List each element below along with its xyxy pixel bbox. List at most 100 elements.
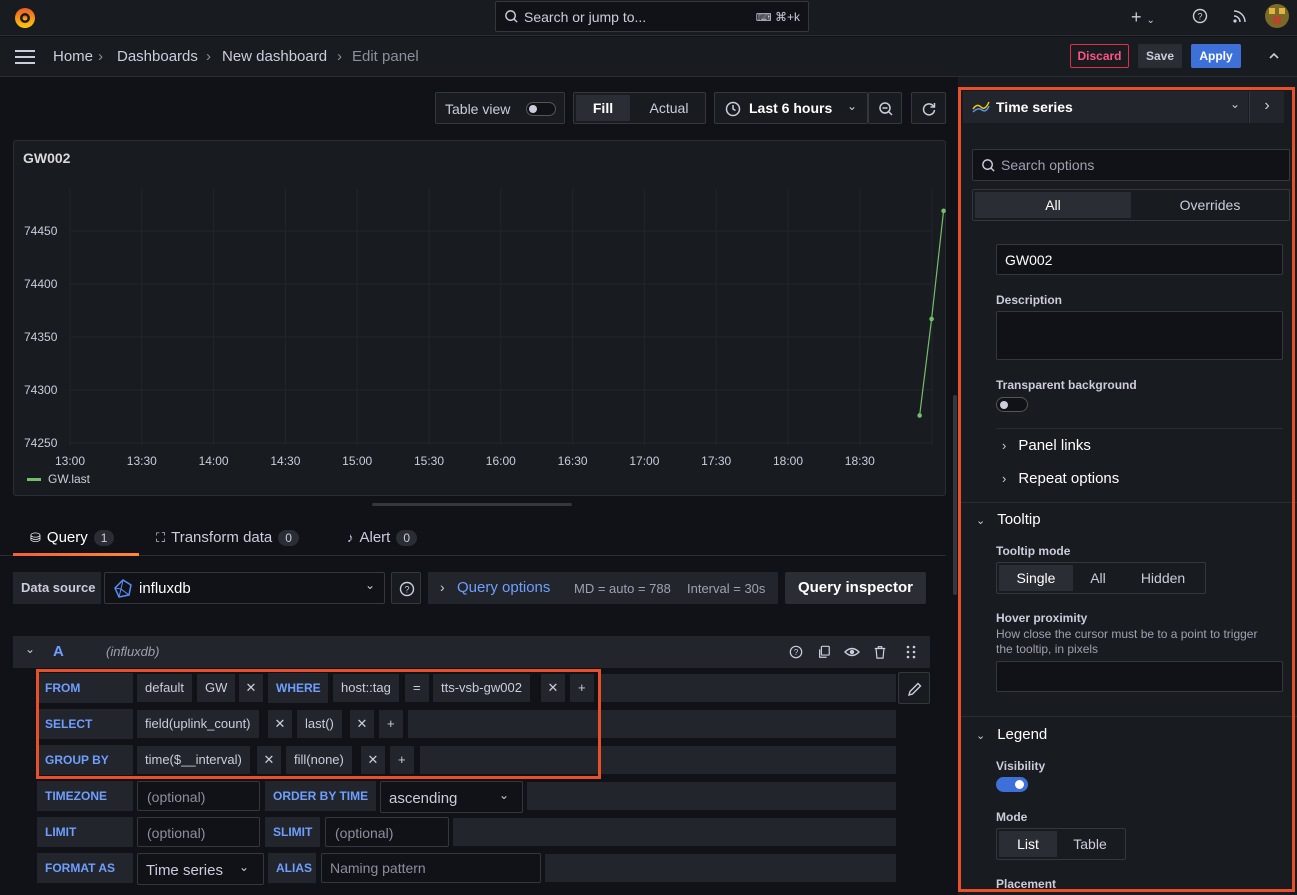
eye-icon[interactable] bbox=[844, 645, 860, 662]
tab-alert[interactable]: ♪ Alert 0 bbox=[347, 529, 418, 546]
group-by-fill[interactable]: fill(none) bbox=[286, 746, 352, 774]
slimit-placeholder: (optional) bbox=[335, 825, 394, 841]
y-tick-label: 74450 bbox=[24, 224, 58, 238]
mode-label: Mode bbox=[996, 810, 1028, 824]
x-tick-label: 18:00 bbox=[773, 454, 803, 468]
hover-proximity-input[interactable] bbox=[996, 661, 1283, 692]
add-group-by-button[interactable]: + bbox=[390, 746, 414, 774]
panel-resize-handle[interactable] bbox=[372, 503, 572, 506]
tab-overrides[interactable]: Overrides bbox=[1133, 192, 1287, 218]
search-bar[interactable]: Search or jump to... ⌨ ⌘+k bbox=[495, 1, 809, 32]
format-as-keyword: FORMAT AS bbox=[37, 853, 133, 883]
editor-scrollbar[interactable] bbox=[953, 395, 957, 595]
order-by-select[interactable]: ascending ⌄ bbox=[380, 781, 523, 813]
breadcrumb-dashboards[interactable]: Dashboards bbox=[117, 48, 198, 65]
tooltip-section-header[interactable]: ⌄ Tooltip bbox=[976, 511, 1041, 528]
transparent-background-switch[interactable] bbox=[996, 397, 1028, 412]
timezone-row-fill bbox=[527, 782, 896, 810]
format-as-select[interactable]: Time series ⌄ bbox=[137, 853, 264, 885]
legend-visibility-switch[interactable] bbox=[996, 777, 1028, 792]
where-key[interactable]: host::tag bbox=[333, 674, 399, 702]
tab-all[interactable]: All bbox=[975, 192, 1131, 218]
discard-button[interactable]: Discard bbox=[1070, 44, 1129, 68]
description-label: Description bbox=[996, 293, 1063, 307]
from-measurement[interactable]: GW bbox=[197, 674, 236, 702]
query-inspector-button[interactable]: Query inspector bbox=[785, 572, 926, 604]
apply-button[interactable]: Apply bbox=[1191, 44, 1241, 68]
timezone-input[interactable]: (optional) bbox=[137, 781, 260, 811]
panel-links-section[interactable]: › Panel links bbox=[1002, 437, 1091, 454]
legend-mode-list[interactable]: List bbox=[999, 831, 1057, 857]
add-where-button[interactable]: + bbox=[570, 674, 594, 702]
time-series-chart[interactable]: 13:00 13:30 14:00 14:30 15:00 15:30 16:00 16:30… bbox=[14, 141, 947, 497]
user-avatar[interactable] bbox=[1265, 4, 1289, 28]
datasource-help-icon[interactable]: ? bbox=[391, 572, 421, 604]
time-range-picker[interactable]: Last 6 hours ⌄ bbox=[714, 92, 868, 124]
tooltip-mode-all[interactable]: All bbox=[1077, 565, 1119, 591]
order-by-keyword: ORDER BY TIME bbox=[265, 781, 376, 811]
hover-proximity-description: How close the cursor must be to a point … bbox=[996, 627, 1258, 656]
query-ref-id[interactable]: A bbox=[53, 643, 64, 660]
legend-section-header[interactable]: ⌄ Legend bbox=[976, 726, 1047, 743]
collapse-chevron-up-icon[interactable] bbox=[1268, 49, 1280, 65]
tooltip-label: Tooltip bbox=[997, 511, 1041, 528]
trash-icon[interactable] bbox=[873, 645, 887, 662]
where-operator[interactable]: = bbox=[405, 674, 429, 702]
panel-title-input[interactable]: GW002 bbox=[996, 244, 1283, 275]
actual-option[interactable]: Actual bbox=[638, 95, 700, 121]
breadcrumb-new-dashboard[interactable]: New dashboard bbox=[222, 48, 327, 65]
zoom-out-icon[interactable] bbox=[868, 92, 902, 124]
datasource-picker[interactable]: influxdb ⌄ bbox=[104, 572, 385, 604]
legend[interactable]: GW.last bbox=[27, 472, 90, 486]
edit-pencil-icon[interactable] bbox=[898, 672, 930, 704]
chevron-down-icon: ⌄ bbox=[847, 99, 858, 113]
refresh-icon[interactable] bbox=[911, 92, 946, 124]
slimit-input[interactable]: (optional) bbox=[325, 817, 449, 847]
tooltip-mode-hidden[interactable]: Hidden bbox=[1123, 565, 1203, 591]
tab-query[interactable]: ⛁ Query 1 bbox=[30, 529, 115, 546]
repeat-options-section[interactable]: › Repeat options bbox=[1002, 470, 1119, 487]
where-value[interactable]: tts-vsb-gw002 bbox=[433, 674, 530, 702]
divider bbox=[958, 716, 1297, 717]
grafana-logo[interactable] bbox=[13, 6, 37, 30]
select-function[interactable]: last() bbox=[297, 710, 342, 738]
menu-icon[interactable] bbox=[15, 49, 35, 68]
breadcrumb-separator-icon: › bbox=[98, 48, 103, 65]
table-view-toggle[interactable]: Table view bbox=[435, 92, 565, 124]
remove-field-icon[interactable]: ✕ bbox=[268, 710, 292, 738]
add-new-button[interactable]: + ⌄ bbox=[1131, 7, 1155, 28]
collapse-chevron-icon[interactable]: ⌄ bbox=[25, 642, 35, 656]
limit-input[interactable]: (optional) bbox=[137, 817, 260, 847]
table-view-switch[interactable] bbox=[526, 102, 556, 116]
from-database[interactable]: default bbox=[137, 674, 193, 702]
remove-group-fill-icon[interactable]: ✕ bbox=[361, 746, 385, 774]
remove-function-icon[interactable]: ✕ bbox=[350, 710, 374, 738]
legend-mode-table[interactable]: Table bbox=[1059, 831, 1121, 857]
data-point bbox=[917, 413, 922, 418]
tab-transform-data[interactable]: ⛶ Transform data 0 bbox=[156, 529, 299, 546]
order-by-value: ascending bbox=[389, 790, 458, 807]
remove-where-icon[interactable]: ✕ bbox=[541, 674, 565, 702]
query-options-toggle[interactable]: › Query options MD = auto = 788 Interval… bbox=[428, 572, 778, 604]
visualization-picker[interactable]: Time series ⌄ bbox=[963, 91, 1248, 123]
remove-group-time-icon[interactable]: ✕ bbox=[257, 746, 281, 774]
alias-input[interactable]: Naming pattern bbox=[321, 853, 541, 883]
search-options-input[interactable]: Search options bbox=[972, 149, 1290, 181]
fill-option[interactable]: Fill bbox=[576, 95, 630, 121]
help-icon[interactable]: ? bbox=[789, 645, 803, 662]
help-icon[interactable]: ? bbox=[1192, 8, 1208, 27]
select-field[interactable]: field(uplink_count) bbox=[137, 710, 259, 738]
description-textarea[interactable] bbox=[996, 311, 1283, 360]
save-button[interactable]: Save bbox=[1138, 44, 1182, 68]
breadcrumb-home[interactable]: Home bbox=[53, 48, 93, 65]
close-options-chevron-right-icon[interactable]: › bbox=[1249, 91, 1284, 123]
add-select-button[interactable]: + bbox=[379, 710, 403, 738]
duplicate-icon[interactable] bbox=[817, 645, 831, 662]
group-by-time[interactable]: time($__interval) bbox=[137, 746, 250, 774]
remove-measurement-icon[interactable]: ✕ bbox=[239, 674, 263, 702]
drag-handle-icon[interactable] bbox=[906, 645, 916, 662]
keyboard-icon: ⌨ bbox=[755, 12, 772, 24]
news-rss-icon[interactable] bbox=[1232, 8, 1248, 27]
tooltip-mode-single[interactable]: Single bbox=[999, 565, 1073, 591]
transform-icon: ⛶ bbox=[156, 530, 166, 545]
